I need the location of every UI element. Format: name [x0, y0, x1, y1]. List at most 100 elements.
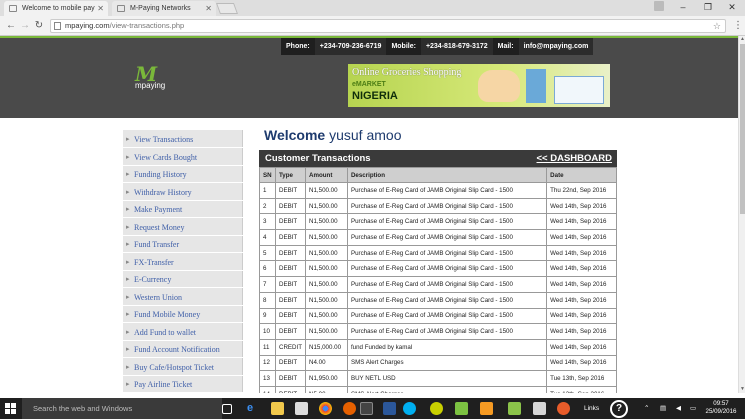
minimize-icon[interactable]: –: [672, 0, 694, 14]
app-icon[interactable]: [557, 402, 570, 415]
cell-type: DEBIT: [274, 291, 307, 309]
edge-browser-icon[interactable]: e: [247, 402, 260, 415]
store-icon[interactable]: [295, 402, 308, 415]
table-row: 8 DEBIT N1,500.00 Purchase of E-Reg Card of…: [259, 291, 617, 309]
sidebar-item-buy-cafe-hotspot-ticket[interactable]: Buy Cafe/Hotspot Ticket: [123, 359, 243, 376]
close-icon[interactable]: ✕: [97, 1, 104, 16]
sidebar-item-fx-transfer[interactable]: FX-Transfer: [123, 254, 243, 271]
sidebar-item-view-transactions[interactable]: View Transactions: [123, 131, 243, 148]
maximize-icon[interactable]: ❐: [697, 0, 719, 14]
cell-description: Purchase of E-Reg Card of JAMB Original …: [346, 213, 548, 231]
scroll-up-icon[interactable]: ▲: [739, 36, 745, 43]
cell-description: Purchase of E-Reg Card of JAMB Original …: [346, 229, 548, 246]
user-name: yusuf amoo: [329, 127, 402, 143]
table-row: 6 DEBIT N1,500.00 Purchase of E-Reg Card of…: [259, 260, 617, 278]
cell-date: Wed 14th, Sep 2016: [546, 229, 617, 246]
ad-banner[interactable]: Online Groceries Shopping eMARKET NIGERI…: [348, 64, 610, 107]
screen: Welcome to mobile pay ✕ M-Paying Network…: [0, 0, 745, 419]
close-icon[interactable]: ✕: [205, 1, 212, 16]
new-tab-button[interactable]: [215, 3, 239, 14]
sidebar-item-funding-history[interactable]: Funding History: [123, 166, 243, 183]
sidebar-item-pay-airline-ticket[interactable]: Pay Airline Ticket: [123, 376, 243, 393]
diapers-pack-icon: [554, 76, 604, 104]
scrollbar-thumb[interactable]: [740, 44, 745, 214]
taskbar-search-input[interactable]: Search the web and Windows: [22, 398, 222, 419]
app-icon[interactable]: [508, 402, 521, 415]
phone-label: Phone:: [281, 38, 315, 55]
cell-date: Wed 14th, Sep 2016: [546, 307, 617, 325]
firefox-icon[interactable]: [343, 402, 356, 415]
windows-taskbar: Search the web and Windows e Links ⌃ ▤ ◀…: [0, 398, 745, 419]
tab-welcome[interactable]: Welcome to mobile pay ✕: [4, 1, 108, 16]
site-logo[interactable]: M mpaying: [135, 62, 185, 92]
app-icon[interactable]: [480, 402, 493, 415]
sidebar-item-make-payment[interactable]: Make Payment: [123, 201, 243, 218]
keyboard-icon[interactable]: ▭: [690, 398, 696, 419]
back-arrow-icon[interactable]: ←: [5, 19, 17, 33]
cell-amount: N1,500.00: [305, 244, 348, 262]
cell-sn: 9: [259, 307, 276, 325]
sidebar-item-view-cards-bought[interactable]: View Cards Bought: [123, 149, 243, 166]
forward-arrow-icon[interactable]: →: [19, 19, 31, 33]
sidebar-item-fund-mobile-money[interactable]: Fund Mobile Money: [123, 306, 243, 323]
app-icon[interactable]: [430, 402, 443, 415]
sidebar-item-western-union[interactable]: Western Union: [123, 289, 243, 306]
chrome-icon[interactable]: [319, 402, 332, 415]
cell-amount: N1,500.00: [305, 197, 348, 215]
product-box-icon: [526, 69, 546, 103]
taskbar-clock[interactable]: 09:57 25/09/2016: [703, 400, 739, 416]
tray-chevron-icon[interactable]: ⌃: [644, 398, 649, 419]
bookmark-star-icon[interactable]: ☆: [713, 20, 721, 32]
volume-icon[interactable]: ◀: [676, 398, 681, 419]
sidebar-item-withdraw-history[interactable]: Withdraw History: [123, 184, 243, 201]
app-icon[interactable]: [360, 402, 373, 415]
table-row: 1 DEBIT N1,500.00 Purchase of E-Reg Card of…: [259, 182, 617, 199]
tab-mpaying-networks[interactable]: M-Paying Networks ✕: [112, 1, 216, 16]
file-explorer-icon[interactable]: [271, 402, 284, 415]
column-header-date: Date: [546, 167, 617, 183]
page-info-icon[interactable]: [54, 22, 61, 30]
profile-icon[interactable]: [654, 1, 664, 11]
sidebar-item-fund-account-notification[interactable]: Fund Account Notification: [123, 341, 243, 358]
cell-amount: N1,950.00: [305, 370, 348, 387]
word-icon[interactable]: [383, 402, 396, 415]
url-path: /view-transactions.php: [109, 21, 185, 30]
table-row: 13 DEBIT N1,950.00 BUY NETL USD Tue 13th, Se…: [259, 370, 617, 387]
cell-sn: 14: [259, 385, 276, 393]
transactions-table-body: 1 DEBIT N1,500.00 Purchase of E-Reg Card of…: [259, 182, 617, 393]
page-scrollbar[interactable]: ▲ ▼: [738, 36, 745, 393]
dashboard-link[interactable]: << DASHBOARD: [537, 153, 613, 164]
scroll-down-icon[interactable]: ▼: [739, 386, 745, 393]
page-favicon-icon: [117, 5, 125, 12]
cell-sn: 13: [259, 370, 276, 387]
app-icon[interactable]: [455, 402, 468, 415]
windows-start-icon[interactable]: [5, 403, 16, 414]
sidebar-item-add-fund-wallet[interactable]: Add Fund to wallet: [123, 324, 243, 341]
cell-date: Wed 14th, Sep 2016: [546, 244, 617, 262]
table-row: 2 DEBIT N1,500.00 Purchase of E-Reg Card of…: [259, 197, 617, 215]
cell-type: DEBIT: [274, 323, 307, 340]
image-viewer-icon[interactable]: [533, 402, 546, 415]
window-close-icon[interactable]: ✕: [721, 0, 743, 14]
task-view-icon[interactable]: [222, 404, 232, 414]
skype-icon[interactable]: [403, 402, 416, 415]
sidebar-item-request-money[interactable]: Request Money: [123, 219, 243, 236]
browser-menu-icon[interactable]: ⋮: [733, 19, 743, 33]
cell-amount: N1,500.00: [305, 182, 348, 199]
cell-description: Purchase of E-Reg Card of JAMB Original …: [346, 260, 548, 278]
cell-type: DEBIT: [274, 197, 307, 215]
column-header-type: Type: [274, 167, 307, 183]
page-title: Welcome yusuf amoo: [264, 127, 401, 143]
links-toolbar-label[interactable]: Links: [584, 398, 599, 419]
network-icon[interactable]: ▤: [660, 398, 666, 419]
mail-address[interactable]: info@mpaying.com: [519, 38, 594, 55]
cell-description: SMS Alert Charges: [346, 385, 548, 393]
cell-date: Wed 14th, Sep 2016: [546, 338, 617, 356]
cell-sn: 7: [259, 276, 276, 293]
help-question-icon[interactable]: ?: [610, 400, 628, 418]
sidebar-item-e-currency[interactable]: E-Currency: [123, 271, 243, 288]
sidebar-item-fund-transfer[interactable]: Fund Transfer: [123, 236, 243, 253]
reload-icon[interactable]: ↻: [33, 19, 45, 33]
address-bar[interactable]: mpaying.com/view-transactions.php ☆: [50, 19, 726, 33]
cell-sn: 6: [259, 260, 276, 278]
